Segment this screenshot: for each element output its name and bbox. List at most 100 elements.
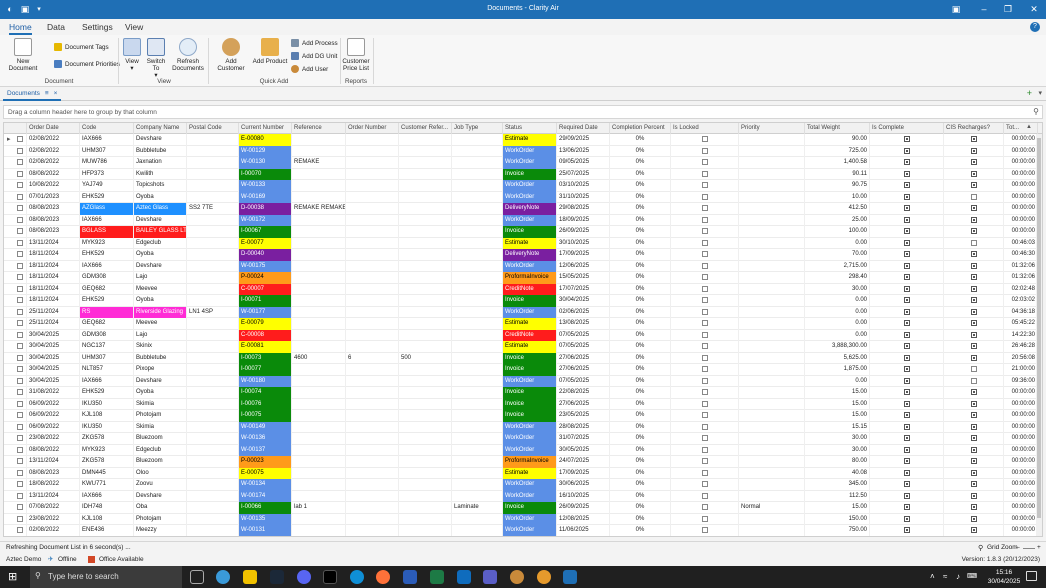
- cell-checkbox[interactable]: [970, 205, 977, 211]
- cell-checkbox[interactable]: [903, 481, 910, 487]
- steam-icon[interactable]: [270, 570, 284, 584]
- cell-checkbox[interactable]: [701, 147, 708, 154]
- excel-icon[interactable]: [430, 570, 444, 584]
- table-row[interactable]: 30/04/2025 NLT857 Pixope I-00077 Invoice 27/0…: [4, 364, 1042, 376]
- table-row[interactable]: 02/08/2022 ENE436 Meezzy W-00131 WorkOrder 11…: [4, 525, 1042, 536]
- table-row[interactable]: 02/08/2022 UHM307 Bubbletube W-00129 WorkOrd…: [4, 145, 1042, 157]
- row-selector[interactable]: [4, 525, 27, 536]
- column-header[interactable]: Status: [503, 123, 557, 134]
- windows-start-icon[interactable]: ⊞: [8, 570, 17, 583]
- cell-checkbox[interactable]: [701, 515, 708, 522]
- row-checkbox[interactable]: [17, 136, 23, 142]
- tab-settings[interactable]: Settings: [82, 22, 113, 32]
- tab-documents[interactable]: Documents ≡ ×: [3, 88, 62, 101]
- row-checkbox[interactable]: [17, 331, 23, 338]
- table-row[interactable]: 13/11/2024 MYK923 Edgeclub E-00077 Estimate 3…: [4, 237, 1042, 249]
- network-icon[interactable]: ≈: [943, 572, 947, 581]
- row-selector[interactable]: [4, 398, 27, 410]
- row-checkbox[interactable]: [17, 147, 23, 154]
- row-selector[interactable]: [4, 329, 27, 341]
- column-header[interactable]: Order Number: [346, 123, 399, 134]
- row-checkbox[interactable]: [17, 412, 23, 418]
- row-checkbox[interactable]: [17, 285, 23, 292]
- cell-checkbox[interactable]: [970, 182, 977, 188]
- add-product-button[interactable]: Add Product: [252, 38, 288, 65]
- cell-checkbox[interactable]: [701, 527, 708, 533]
- cell-checkbox[interactable]: [701, 504, 708, 510]
- row-checkbox[interactable]: [17, 446, 23, 453]
- add-process-button[interactable]: Add Process: [291, 39, 338, 47]
- cell-checkbox[interactable]: [970, 389, 977, 395]
- cell-checkbox[interactable]: [903, 239, 910, 246]
- row-selector[interactable]: [4, 318, 27, 330]
- table-row[interactable]: 13/11/2024 IAX666 Devshare W-00174 WorkOrder…: [4, 490, 1042, 502]
- cell-checkbox[interactable]: [970, 504, 977, 510]
- cell-checkbox[interactable]: [903, 308, 910, 315]
- cell-checkbox[interactable]: [903, 400, 910, 407]
- cell-checkbox[interactable]: [903, 492, 910, 499]
- row-checkbox[interactable]: [17, 469, 23, 476]
- row-selector[interactable]: [4, 456, 27, 468]
- row-selector[interactable]: [4, 191, 27, 203]
- group-by-panel[interactable]: Drag a column header here to group by th…: [3, 105, 1043, 119]
- table-row[interactable]: 06/09/2022 IKU350 Skimia I-00076 Invoice 27/0…: [4, 398, 1042, 410]
- table-row[interactable]: 30/04/2025 GDM308 Lajo C-00008 CreditNote 07/…: [4, 329, 1042, 341]
- cell-checkbox[interactable]: [903, 331, 910, 338]
- cell-checkbox[interactable]: [970, 147, 977, 154]
- table-row[interactable]: 18/08/2022 KWU771 Zoovu W-00134 WorkOrder 30/…: [4, 479, 1042, 491]
- table-row[interactable]: 08/08/2023 AZGlass Aztec Glass SS2 7TE D-000…: [4, 203, 1042, 215]
- cell-checkbox[interactable]: [970, 297, 977, 303]
- cell-checkbox[interactable]: [701, 423, 708, 430]
- app-icon[interactable]: [510, 570, 524, 584]
- column-header[interactable]: Code: [80, 123, 134, 134]
- row-selector[interactable]: [4, 237, 27, 249]
- row-checkbox[interactable]: [17, 527, 23, 533]
- cell-checkbox[interactable]: [970, 400, 977, 407]
- table-row[interactable]: 07/01/2023 EHK529 Oyoba W-00169 WorkOrder 31/…: [4, 191, 1042, 203]
- cell-checkbox[interactable]: [903, 504, 910, 510]
- cell-checkbox[interactable]: [903, 377, 910, 384]
- volume-icon[interactable]: ♪: [956, 572, 960, 581]
- row-checkbox[interactable]: [17, 308, 23, 315]
- cell-checkbox[interactable]: [701, 446, 708, 453]
- tiktok-icon[interactable]: [323, 570, 337, 584]
- cell-checkbox[interactable]: [701, 205, 708, 211]
- table-row[interactable]: 23/08/2022 ZKG578 Bluezoom W-00136 WorkOrder…: [4, 433, 1042, 445]
- cell-checkbox[interactable]: [701, 239, 708, 246]
- add-customer-button[interactable]: Add Customer: [211, 38, 251, 72]
- column-header[interactable]: Total Weight: [805, 123, 870, 134]
- column-header[interactable]: Current Number: [239, 123, 292, 134]
- row-selector[interactable]: [4, 157, 27, 169]
- edge-copilot-icon[interactable]: [216, 570, 230, 584]
- cell-checkbox[interactable]: [701, 285, 708, 292]
- row-checkbox[interactable]: [17, 170, 23, 177]
- row-selector[interactable]: [4, 306, 27, 318]
- cell-checkbox[interactable]: [701, 492, 708, 499]
- column-header[interactable]: Order Date: [27, 123, 80, 134]
- row-checkbox[interactable]: [17, 354, 23, 361]
- cell-checkbox[interactable]: [970, 354, 977, 361]
- row-checkbox[interactable]: [17, 228, 23, 234]
- cell-checkbox[interactable]: [903, 216, 910, 223]
- cell-checkbox[interactable]: [970, 435, 977, 441]
- cell-checkbox[interactable]: [970, 458, 977, 464]
- cell-checkbox[interactable]: [903, 274, 910, 280]
- row-selector[interactable]: [4, 272, 27, 284]
- cell-checkbox[interactable]: [903, 159, 910, 165]
- column-header[interactable]: Reference: [292, 123, 346, 134]
- switch-to-button[interactable]: Switch To ▾: [144, 38, 168, 79]
- notifications-icon[interactable]: [1026, 571, 1037, 581]
- row-checkbox[interactable]: [17, 366, 23, 372]
- chevron-down-icon[interactable]: ▾: [1038, 89, 1042, 97]
- cell-checkbox[interactable]: [701, 320, 708, 326]
- table-row[interactable]: 08/08/2022 MYK923 Edgeclub W-00137 WorkOrder…: [4, 444, 1042, 456]
- row-checkbox[interactable]: [17, 182, 23, 188]
- row-selector[interactable]: [4, 467, 27, 479]
- keyboard-icon[interactable]: ⌨: [967, 572, 977, 580]
- cell-checkbox[interactable]: [701, 377, 708, 384]
- row-checkbox[interactable]: [17, 400, 23, 407]
- row-selector[interactable]: [4, 168, 27, 180]
- cell-checkbox[interactable]: [701, 389, 708, 395]
- taskbar-search[interactable]: ⚲ Type here to search: [30, 566, 182, 588]
- document-priorities-button[interactable]: Document Priorities: [54, 60, 120, 68]
